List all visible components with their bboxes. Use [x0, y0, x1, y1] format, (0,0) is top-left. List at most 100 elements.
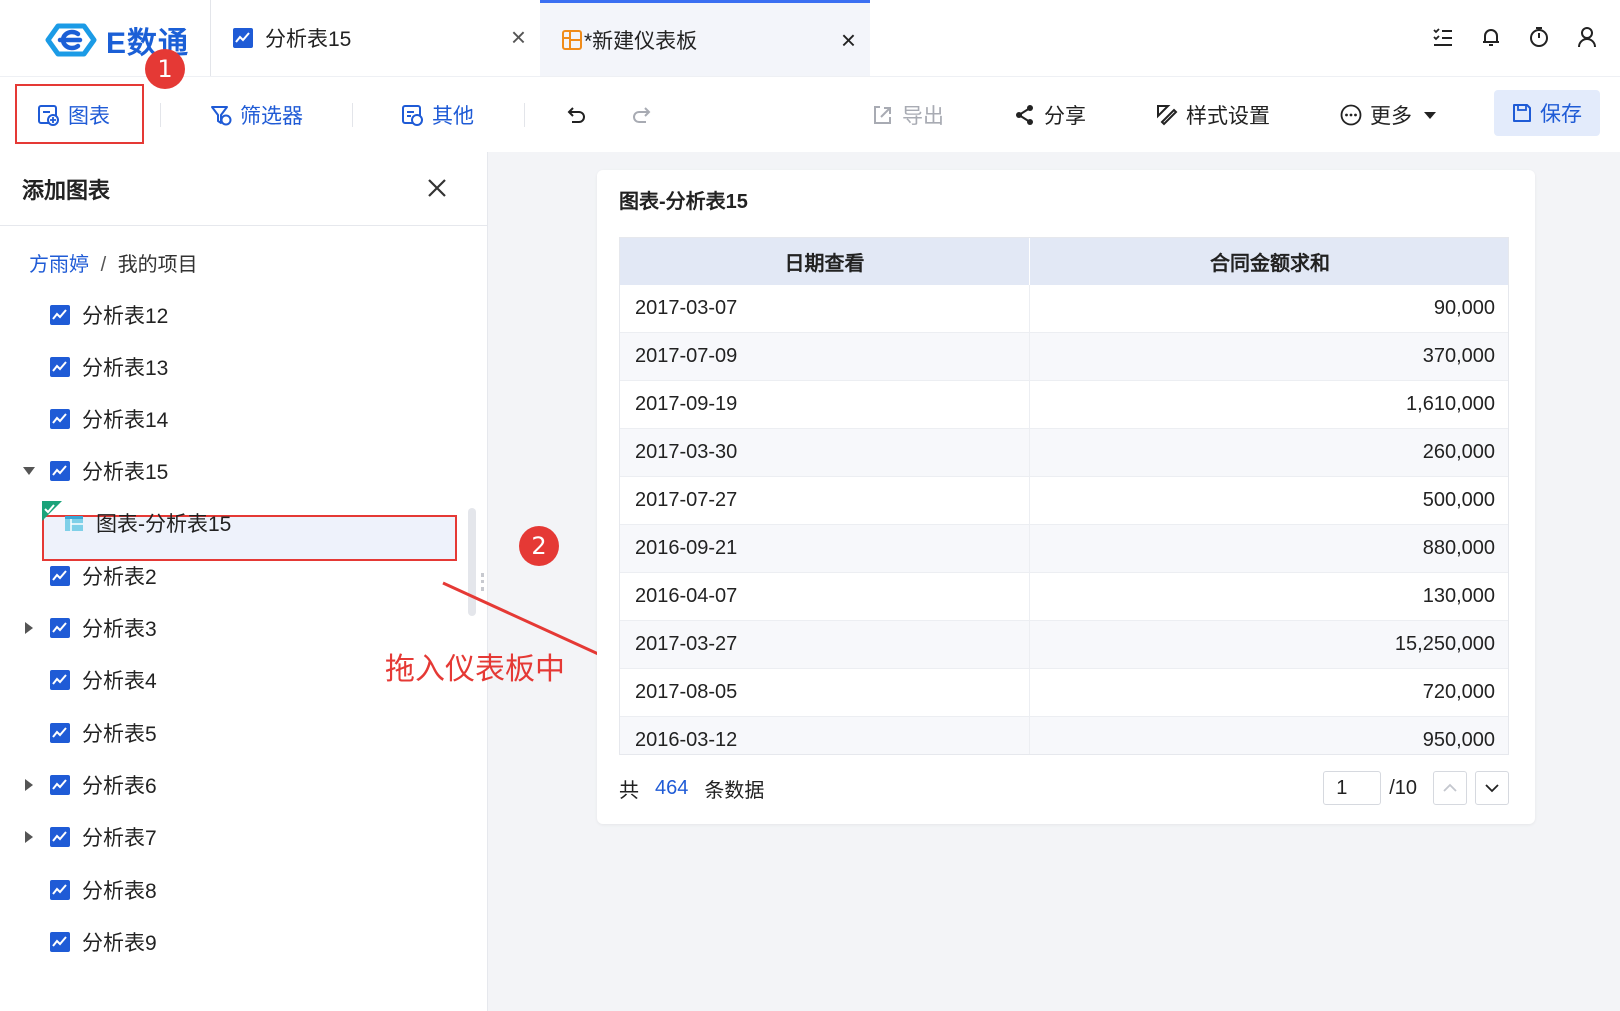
column-header-amount[interactable]: 合同金额求和	[1030, 238, 1508, 285]
export-button[interactable]: 导出	[872, 77, 944, 153]
more-icon	[1340, 104, 1362, 126]
close-icon[interactable]: ×	[511, 24, 526, 50]
tree-item-label: 分析表9	[82, 932, 157, 955]
page-down-button[interactable]	[1475, 771, 1509, 805]
style-settings-button[interactable]: 样式设置	[1156, 77, 1270, 153]
component-icon	[402, 105, 423, 126]
table-chart-icon	[64, 513, 84, 533]
tree-item[interactable]: 分析表8	[50, 870, 157, 910]
more-button[interactable]: 更多	[1340, 77, 1436, 153]
line-chart-icon	[50, 723, 70, 743]
count-prefix: 共	[619, 779, 639, 802]
tree-item[interactable]: 分析表14	[50, 399, 168, 439]
line-chart-icon	[50, 775, 70, 795]
tree-item[interactable]: 分析表5	[50, 713, 157, 753]
cell-date: 2017-07-27	[620, 477, 1030, 524]
tree-item[interactable]: 分析表4	[50, 660, 157, 700]
export-label: 导出	[902, 105, 944, 128]
tree-item-label: 分析表5	[82, 723, 157, 746]
close-icon[interactable]	[423, 174, 451, 202]
cell-amount: 950,000	[1422, 729, 1495, 751]
panel-scrollbar[interactable]	[468, 508, 476, 616]
cell-date: 2016-09-21	[620, 525, 1030, 572]
tab-new-dashboard[interactable]: *新建仪表板 ×	[540, 0, 870, 76]
line-chart-icon	[50, 932, 70, 952]
tree-item[interactable]: 分析表6	[25, 765, 157, 805]
pagination: /10	[1323, 770, 1509, 806]
panel-resize-handle[interactable]	[481, 573, 484, 591]
step-badge-1: 1	[145, 49, 185, 89]
caret-right-icon[interactable]	[25, 831, 33, 843]
column-header-date[interactable]: 日期查看	[620, 238, 1030, 285]
caret-down-icon[interactable]	[23, 467, 35, 475]
more-label: 更多	[1370, 105, 1412, 128]
table-row: 2016-03-12 950,000	[620, 717, 1508, 754]
tree-item[interactable]: 分析表15	[23, 451, 169, 491]
tree-item-label: 分析表4	[82, 670, 157, 693]
redo-icon	[633, 107, 651, 123]
user-icon[interactable]	[1574, 24, 1600, 50]
tree-subitem[interactable]: 图表-分析表15	[42, 501, 232, 543]
page-total: /10	[1389, 776, 1417, 799]
bell-icon[interactable]	[1478, 24, 1504, 50]
panel-title: 添加图表	[22, 177, 111, 203]
close-icon[interactable]: ×	[841, 27, 856, 53]
logo-icon	[45, 23, 97, 57]
cell-date: 2017-07-09	[620, 333, 1030, 380]
table-row: 2017-03-27 15,250,000	[620, 621, 1508, 669]
task-list-icon[interactable]	[1430, 24, 1456, 50]
page-input[interactable]	[1323, 771, 1382, 805]
table-row: 2017-09-19 1,610,000	[620, 381, 1508, 429]
dashboard-icon	[562, 29, 582, 50]
other-label: 其他	[432, 105, 474, 128]
save-button[interactable]: 保存	[1494, 90, 1600, 136]
table-row: 2017-07-27 500,000	[620, 477, 1508, 525]
timer-icon[interactable]	[1526, 24, 1552, 50]
cell-amount: 1,610,000	[1406, 393, 1495, 415]
export-icon	[874, 106, 891, 124]
other-button[interactable]: 其他	[402, 77, 474, 153]
tree-item[interactable]: 分析表13	[50, 347, 168, 387]
cell-date: 2016-04-07	[620, 573, 1030, 620]
save-label: 保存	[1540, 103, 1582, 126]
count-suffix: 条数据	[704, 779, 765, 802]
tab-analysis-15[interactable]: 分析表15 ×	[210, 0, 540, 76]
tree-item-label: 图表-分析表15	[96, 513, 232, 536]
redo-button[interactable]	[630, 77, 662, 153]
page-up-button[interactable]	[1433, 771, 1467, 805]
chevron-down-icon	[1485, 784, 1499, 793]
style-icon	[1157, 105, 1178, 126]
tree-item-label: 分析表15	[82, 461, 169, 484]
undo-button[interactable]	[564, 77, 596, 153]
cell-amount: 370,000	[1422, 345, 1495, 367]
filter-button[interactable]: 筛选器	[210, 77, 303, 153]
breadcrumb-separator: /	[100, 254, 107, 276]
breadcrumb-project[interactable]: 我的项目	[118, 254, 198, 276]
tree-item[interactable]: 分析表7	[25, 817, 157, 857]
tree-item-label: 分析表3	[82, 618, 157, 641]
tree-item[interactable]: 分析表12	[50, 295, 168, 335]
line-chart-icon	[50, 827, 70, 847]
cell-date: 2017-03-30	[620, 429, 1030, 476]
chart-card[interactable]: 图表-分析表15 日期查看 合同金额求和 2017-03-07 90,000 201…	[597, 170, 1535, 824]
tab-label: 分析表15	[265, 28, 352, 51]
tree-item-label: 分析表13	[82, 357, 169, 380]
tree-item[interactable]: 分析表9	[50, 922, 157, 962]
toolbar: 图表 筛选器 其他 导出 分享 样式设置 更多	[0, 76, 1620, 152]
filter-icon	[211, 106, 232, 126]
data-table: 日期查看 合同金额求和 2017-03-07 90,000 2017-07-09 37…	[619, 237, 1509, 755]
check-corner-icon	[42, 501, 62, 527]
caret-right-icon[interactable]	[25, 779, 33, 791]
tree-item[interactable]: 分析表2	[50, 556, 157, 596]
line-chart-icon	[233, 28, 253, 48]
tree-item-label: 分析表7	[82, 827, 157, 850]
tab-label: *新建仪表板	[584, 29, 698, 53]
caret-right-icon[interactable]	[25, 622, 33, 634]
table-row: 2017-03-07 90,000	[620, 285, 1508, 333]
share-button[interactable]: 分享	[1014, 77, 1086, 153]
cell-date: 2017-03-07	[620, 285, 1030, 332]
line-chart-icon	[50, 461, 70, 481]
tree-item[interactable]: 分析表3	[25, 608, 157, 648]
breadcrumb-user[interactable]: 方雨婷	[29, 254, 89, 276]
cell-date: 2017-03-27	[620, 621, 1030, 668]
